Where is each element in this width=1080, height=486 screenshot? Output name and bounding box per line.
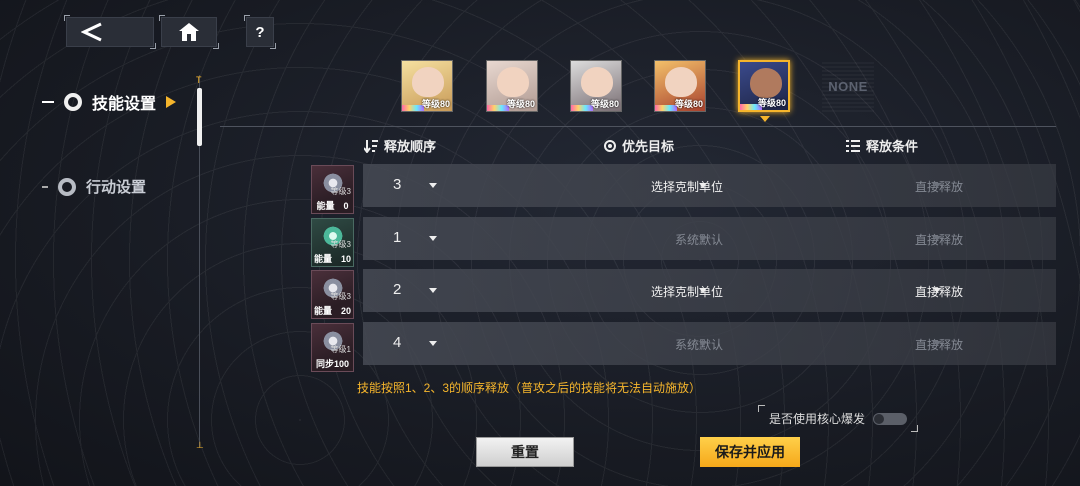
chevron-down-icon[interactable] [699,236,707,241]
skill-cost: 能量 0 [316,201,349,211]
column-label-order: 释放顺序 [384,139,437,154]
character-face [497,67,529,97]
skill-level: 等级3 [330,240,351,249]
core-burst-label: 是否使用核心爆发 [768,412,865,426]
order-select-value[interactable]: 3 [393,176,401,193]
chevron-down-icon[interactable] [933,236,941,241]
order-select-value[interactable]: 2 [393,281,401,298]
skill-row-4: 4 系统默认 直接释放 [363,322,1056,365]
save-apply-button[interactable]: 保存并应用 [700,437,800,467]
character-face [750,68,782,98]
chevron-down-icon[interactable] [699,341,707,346]
toggle-knob [874,413,884,424]
nav-scroll-thumb[interactable] [197,88,202,146]
scroll-bottom-marker: ⊥ [196,440,204,450]
order-hint-text: 技能按照1、2、3的顺序释放（普攻之后的技能将无法自动施放） [357,381,702,395]
skill-cost: 能量 10 [313,254,351,264]
skill-level: 等级3 [330,292,351,301]
skill-icon-1: 等级3 能量 0 [311,165,354,214]
chevron-down-icon[interactable] [933,183,941,188]
nav-label-action-settings: 行动设置 [86,179,147,196]
divider [220,126,1056,127]
character-portrait-2[interactable]: 等级80 [486,60,538,112]
character-face [412,67,444,97]
rarity-bar [402,105,424,111]
chevron-down-icon[interactable] [699,288,707,293]
active-indicator [42,101,54,103]
nav-label-skill-settings: 技能设置 [92,96,157,113]
character-level: 等级80 [506,99,535,109]
rarity-bar [571,105,593,111]
back-button[interactable] [64,15,156,49]
chevron-down-icon[interactable] [933,341,941,346]
chevron-down-icon[interactable] [429,288,437,293]
active-arrow-icon [166,96,177,108]
back-arrow-icon [81,22,102,42]
reset-button[interactable]: 重置 [476,437,574,467]
chevron-down-icon[interactable] [429,236,437,241]
skill-cost: 能量 20 [313,306,351,316]
skill-icon-3: 等级3 能量 20 [311,270,354,319]
selected-indicator-icon [760,116,770,122]
chevron-down-icon[interactable] [429,183,437,188]
column-header-condition: 释放条件 [846,136,918,155]
condition-select-value[interactable]: 直接释放 [843,336,963,353]
home-icon [179,23,199,41]
column-label-condition: 释放条件 [866,139,919,154]
skill-row-2: 1 系统默认 直接释放 [363,217,1056,260]
chevron-down-icon[interactable] [429,341,437,346]
column-label-target: 优先目标 [622,139,675,154]
skill-icon-4: 等级1 同步100 [311,323,354,372]
list-icon [846,138,860,153]
gear-icon [58,177,76,196]
column-header-target: 优先目标 [604,136,674,155]
empty-character-slot[interactable]: NONE [822,60,874,112]
nav-dash [42,185,48,188]
character-level: 等级80 [421,99,450,109]
toggle-switch[interactable] [873,412,907,425]
skill-level: 等级3 [330,187,351,196]
character-portrait-1[interactable]: 等级80 [401,60,453,112]
order-select-value[interactable]: 1 [393,229,401,246]
column-header-order: 释放顺序 [364,136,436,155]
character-portrait-5-selected[interactable]: 等级80 [738,60,790,112]
nav-item-skill-settings[interactable]: 技能设置 [42,90,177,114]
character-level: 等级80 [590,99,619,109]
skill-cost: 同步100 [315,359,350,369]
skill-level: 等级1 [330,345,351,354]
condition-select-value[interactable]: 直接释放 [843,283,963,300]
gear-icon [64,93,82,111]
order-select-value[interactable]: 4 [393,334,401,351]
chevron-down-icon[interactable] [933,288,941,293]
condition-select-value[interactable]: 直接释放 [843,231,963,248]
help-button[interactable]: ? [244,15,276,49]
rarity-bar [655,105,677,111]
character-face [665,67,697,97]
character-level: 等级80 [757,98,786,108]
condition-select-value[interactable]: 直接释放 [843,178,963,195]
character-face [581,67,613,97]
character-portrait-3[interactable]: 等级80 [570,60,622,112]
skill-row-1: 3 选择克制单位 直接释放 [363,164,1056,207]
sort-order-icon [364,139,378,153]
core-burst-toggle[interactable]: 是否使用核心爆发 [758,405,918,432]
rarity-bar [487,105,509,111]
help-icon: ? [255,23,265,41]
skill-row-3: 2 选择克制单位 直接释放 [363,269,1056,312]
character-level: 等级80 [674,99,703,109]
skill-icon-2: 等级3 能量 10 [311,218,354,267]
chevron-down-icon[interactable] [699,183,707,188]
nav-item-action-settings[interactable]: 行动设置 [42,176,146,197]
home-button[interactable] [159,15,219,49]
character-portrait-4[interactable]: 等级80 [654,60,706,112]
target-icon [604,139,616,152]
scroll-top-marker: T [196,75,202,85]
